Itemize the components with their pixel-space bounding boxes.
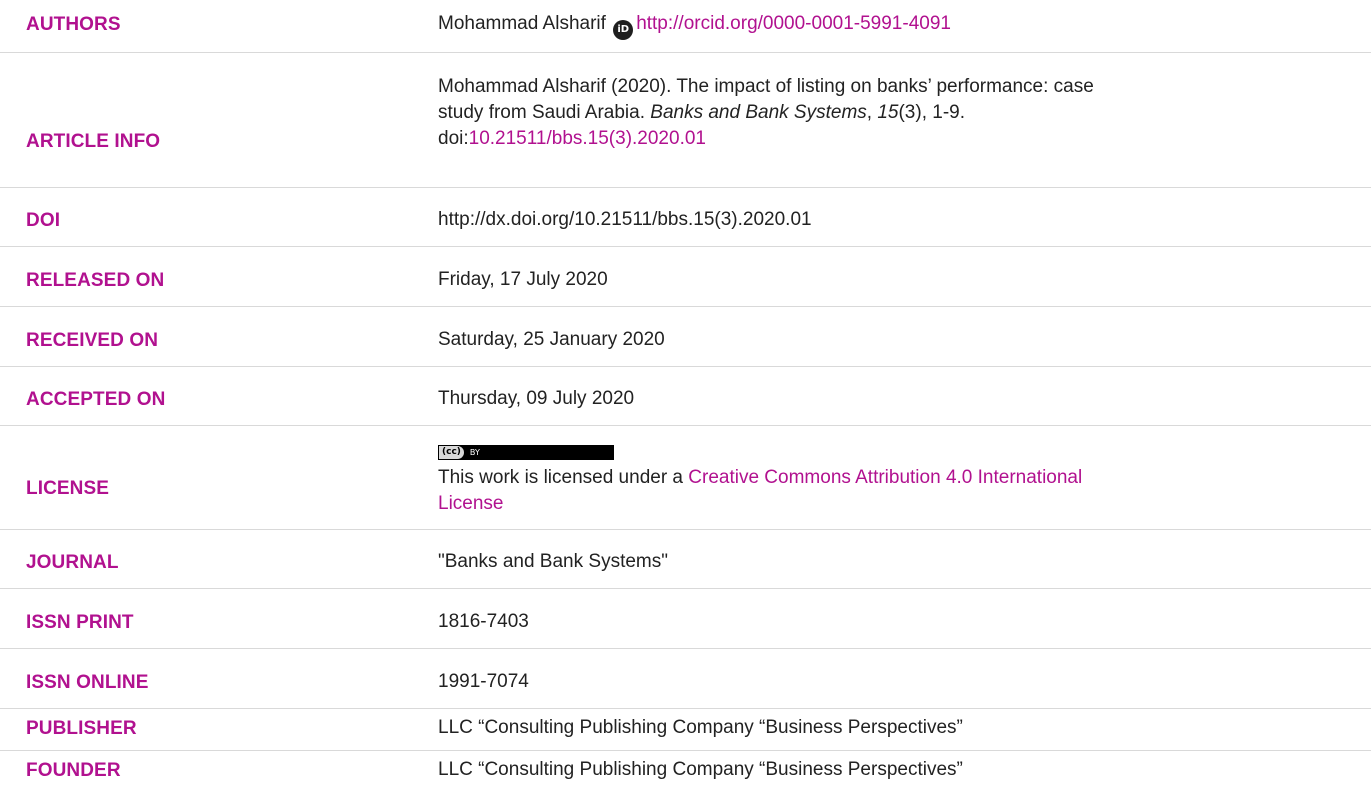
citation-line-3: doi:10.21511/bbs.15(3).2020.01: [438, 126, 1338, 152]
row-divider: [0, 187, 1371, 188]
row-divider: [0, 708, 1371, 709]
article-info-label: ARTICLE INFO: [26, 131, 161, 152]
founder-label: FOUNDER: [26, 760, 121, 781]
by-icon: BY: [469, 447, 480, 457]
row-divider: [0, 529, 1371, 530]
row-divider: [0, 366, 1371, 367]
received-on-label: RECEIVED ON: [26, 330, 159, 351]
orcid-icon[interactable]: iD: [613, 20, 634, 40]
license-label: LICENSE: [26, 478, 110, 499]
publisher-label: PUBLISHER: [26, 718, 137, 739]
license-text-pre: This work is licensed under a: [438, 467, 689, 488]
issn-print-value: 1816-7403: [438, 611, 529, 632]
row-divider: [0, 425, 1371, 426]
publisher-value: LLC “Consulting Publishing Company “Busi…: [438, 717, 963, 738]
journal-label: JOURNAL: [26, 552, 119, 573]
citation-line-1: Mohammad Alsharif (2020). The impact of …: [438, 76, 1094, 97]
row-divider: [0, 52, 1371, 53]
issn-online-value: 1991-7074: [438, 671, 529, 692]
cc-badge-wrap: (cc) BY: [438, 436, 1338, 461]
cc-icon: (cc): [439, 446, 464, 459]
citation-volume: 15: [877, 102, 899, 123]
citation-issue-pages: (3), 1-9.: [898, 102, 966, 123]
license-text-line2: License: [438, 491, 1338, 517]
cc-by-badge-icon[interactable]: (cc) BY: [438, 445, 614, 460]
issn-print-label: ISSN PRINT: [26, 612, 134, 633]
row-divider: [0, 588, 1371, 589]
received-on-value: Saturday, 25 January 2020: [438, 329, 665, 350]
released-on-label: RELEASED ON: [26, 270, 165, 291]
founder-value: LLC “Consulting Publishing Company “Busi…: [438, 759, 963, 780]
accepted-on-value: Thursday, 09 July 2020: [438, 388, 635, 409]
issn-online-label: ISSN ONLINE: [26, 672, 149, 693]
citation-doi-link[interactable]: 10.21511/bbs.15(3).2020.01: [469, 128, 706, 149]
citation-title-end: study from Saudi Arabia.: [438, 102, 651, 123]
license-text: This work is licensed under a Creative C…: [438, 465, 1338, 491]
license-link-cont[interactable]: License: [438, 493, 504, 514]
row-divider: [0, 648, 1371, 649]
license-link[interactable]: Creative Commons Attribution 4.0 Interna…: [688, 467, 1082, 488]
row-divider: [0, 750, 1371, 751]
authors-label: AUTHORS: [26, 14, 121, 35]
orcid-link[interactable]: http://orcid.org/0000-0001-5991-4091: [636, 13, 951, 34]
released-on-value: Friday, 17 July 2020: [438, 269, 608, 290]
citation-journal: Banks and Bank Systems: [650, 102, 867, 123]
article-info-value: Mohammad Alsharif (2020). The impact of …: [438, 74, 1338, 152]
journal-value: "Banks and Bank Systems": [438, 551, 668, 572]
license-value: (cc) BY This work is licensed under a Cre…: [438, 436, 1338, 517]
doi-label: DOI: [26, 210, 61, 231]
row-divider: [0, 246, 1371, 247]
doi-value: http://dx.doi.org/10.21511/bbs.15(3).202…: [438, 209, 812, 230]
accepted-on-label: ACCEPTED ON: [26, 389, 166, 410]
authors-value: Mohammad Alsharif iD http://orcid.org/000…: [438, 11, 1338, 40]
row-divider: [0, 306, 1371, 307]
citation-doi-prefix: doi:: [438, 128, 469, 149]
citation-comma: ,: [866, 102, 878, 123]
citation-line-2: study from Saudi Arabia. Banks and Bank …: [438, 100, 1338, 126]
author-name: Mohammad Alsharif: [438, 13, 606, 34]
